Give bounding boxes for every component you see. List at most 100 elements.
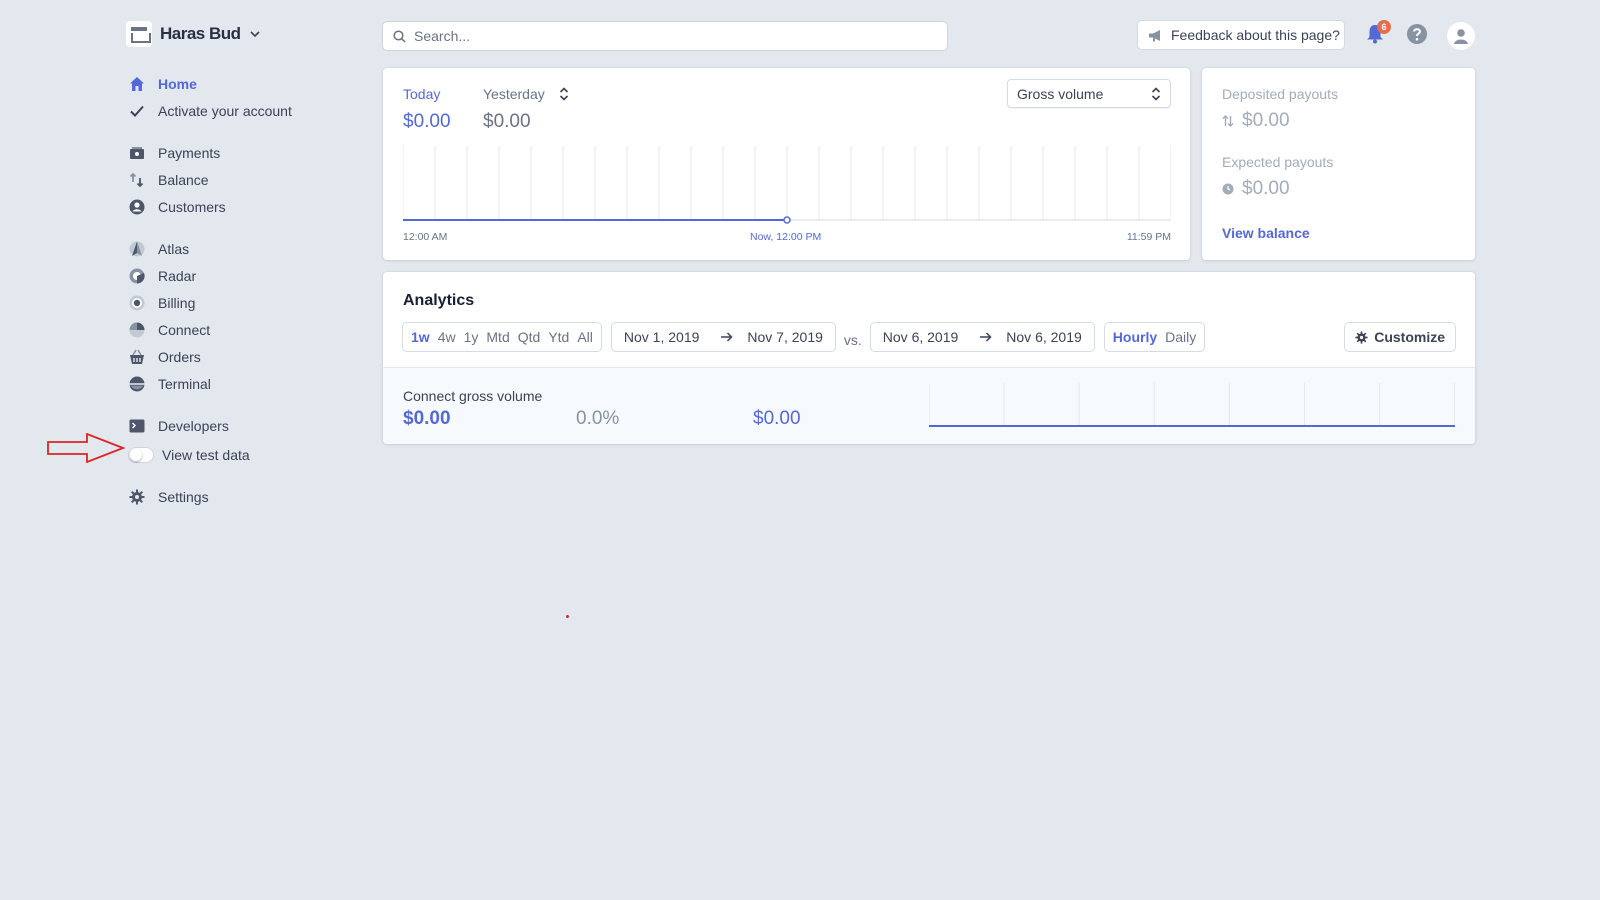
yesterday-amount: $0.00	[483, 111, 531, 132]
sidebar-item-orders[interactable]: Orders	[128, 343, 358, 370]
range-4w[interactable]: 4w	[438, 329, 456, 345]
tab-today[interactable]: Today	[403, 86, 483, 102]
metric-previous: $0.00	[753, 408, 801, 429]
tab-yesterday[interactable]: Yesterday	[483, 86, 569, 102]
today-amount: $0.00	[403, 111, 451, 132]
help-icon[interactable]	[1406, 23, 1428, 45]
sidebar-item-label: Atlas	[158, 240, 190, 257]
sidebar-item-label: Customers	[158, 198, 226, 215]
clock-icon	[1222, 183, 1234, 195]
payouts-card: Deposited payouts $0.00 Expected payouts…	[1202, 68, 1475, 260]
gear-icon	[128, 488, 146, 506]
chart-x-now: Now, 12:00 PM	[750, 231, 822, 243]
sidebar-item-customers[interactable]: Customers	[128, 193, 358, 220]
feedback-button[interactable]: Feedback about this page?	[1138, 21, 1344, 49]
granularity-selector: Hourly Daily	[1104, 323, 1205, 351]
view-balance-link[interactable]: View balance	[1222, 225, 1310, 241]
analytics-metric-row[interactable]: Connect gross volume $0.00 0.0% $0.00	[383, 367, 1475, 444]
cursor-dot	[566, 615, 569, 618]
chart-x-start: 12:00 AM	[403, 231, 448, 243]
compare-date-range[interactable]: Nov 6, 2019 Nov 6, 2019	[870, 323, 1094, 351]
checkmark-icon	[128, 102, 146, 120]
sidebar-item-label: Payments	[158, 144, 221, 161]
metric-value: $0.00	[403, 408, 451, 429]
deposited-payouts-label: Deposited payouts	[1222, 86, 1338, 102]
compare-start-date: Nov 6, 2019	[882, 329, 959, 345]
gross-volume-card: Today Yesterday $0.00 $0.00 Gross volume…	[383, 68, 1190, 260]
sidebar-item-payments[interactable]: Payments	[128, 139, 358, 166]
sidebar-item-home[interactable]: Home	[128, 70, 358, 97]
sidebar-item-label: Developers	[158, 417, 229, 434]
sidebar-item-label: Orders	[158, 348, 201, 365]
terminal-icon	[128, 375, 146, 393]
sidebar-item-label: Connect	[158, 321, 211, 338]
sidebar-item-label: Terminal	[158, 375, 211, 392]
current-date-range[interactable]: Nov 1, 2019 Nov 7, 2019	[611, 323, 835, 351]
sidebar-item-settings[interactable]: Settings	[128, 483, 358, 510]
test-data-label: View test data	[162, 446, 250, 463]
volume-chart	[403, 146, 1171, 224]
expected-payouts-label: Expected payouts	[1222, 154, 1334, 170]
sidebar-item-label: Balance	[158, 171, 209, 188]
tab-yesterday-label: Yesterday	[483, 86, 545, 102]
vs-label: vs.	[843, 332, 862, 348]
metric-name: Connect gross volume	[403, 388, 543, 404]
granularity-hourly[interactable]: Hourly	[1113, 329, 1157, 345]
annotation-arrow-icon	[47, 433, 125, 463]
sidebar-item-terminal[interactable]: Terminal	[128, 370, 358, 397]
sidebar-item-radar[interactable]: Radar	[128, 262, 358, 289]
search-icon	[393, 29, 406, 43]
expected-payouts-row: $0.00	[1222, 178, 1290, 200]
gear-icon	[1355, 330, 1368, 344]
customize-label: Customize	[1374, 329, 1445, 345]
deposited-payouts-amount: $0.00	[1242, 110, 1290, 131]
orders-icon	[128, 348, 146, 366]
feedback-label: Feedback about this page?	[1171, 27, 1340, 43]
metric-select-value: Gross volume	[1017, 85, 1104, 102]
search-bar[interactable]	[383, 22, 947, 50]
metric-sparkline	[929, 383, 1455, 427]
arrow-right-icon	[980, 332, 992, 342]
range-selector: 1w 4w 1y Mtd Qtd Ytd All	[403, 323, 601, 351]
search-input[interactable]	[414, 28, 914, 44]
sidebar-item-label: Home	[158, 75, 197, 92]
range-1y[interactable]: 1y	[464, 329, 479, 345]
account-logo-icon	[126, 21, 152, 47]
account-switcher[interactable]: Haras Bud	[126, 21, 261, 47]
home-icon	[128, 75, 146, 93]
avatar[interactable]	[1447, 22, 1475, 50]
payments-icon	[128, 144, 146, 162]
chevron-down-icon	[249, 31, 260, 38]
current-start-date: Nov 1, 2019	[623, 329, 700, 345]
sort-arrows-icon[interactable]	[559, 87, 569, 101]
sidebar-item-developers[interactable]: Developers	[128, 412, 358, 439]
test-data-toggle-row[interactable]: View test data	[128, 441, 358, 468]
sidebar-item-label: Radar	[158, 267, 197, 284]
range-mtd[interactable]: Mtd	[486, 329, 509, 345]
metric-change: 0.0%	[576, 408, 620, 429]
developers-icon	[128, 417, 146, 435]
range-all[interactable]: All	[577, 329, 593, 345]
metric-select[interactable]: Gross volume	[1007, 79, 1171, 108]
sidebar-item-balance[interactable]: Balance	[128, 166, 358, 193]
customize-button[interactable]: Customize	[1345, 323, 1455, 351]
range-1w[interactable]: 1w	[411, 329, 430, 345]
sidebar-nav: Home Activate your account Payments Bala…	[128, 70, 358, 510]
radar-icon	[128, 267, 146, 285]
sidebar-item-atlas[interactable]: Atlas	[128, 235, 358, 262]
granularity-daily[interactable]: Daily	[1165, 329, 1196, 345]
sidebar-item-label: Activate your account	[158, 102, 292, 119]
customers-icon	[128, 198, 146, 216]
transfer-icon	[1222, 115, 1234, 127]
sidebar-item-activate-account[interactable]: Activate your account	[128, 97, 358, 124]
connect-icon	[128, 321, 146, 339]
sidebar-item-billing[interactable]: Billing	[128, 289, 358, 316]
range-qtd[interactable]: Qtd	[518, 329, 541, 345]
range-ytd[interactable]: Ytd	[548, 329, 569, 345]
deposited-payouts-row: $0.00	[1222, 110, 1290, 132]
test-data-toggle[interactable]	[128, 446, 154, 463]
account-name: Haras Bud	[160, 24, 241, 43]
analytics-controls: 1w 4w 1y Mtd Qtd Ytd All Nov 1, 2019 Nov…	[403, 323, 1455, 351]
arrow-right-icon	[721, 332, 733, 342]
sidebar-item-connect[interactable]: Connect	[128, 316, 358, 343]
